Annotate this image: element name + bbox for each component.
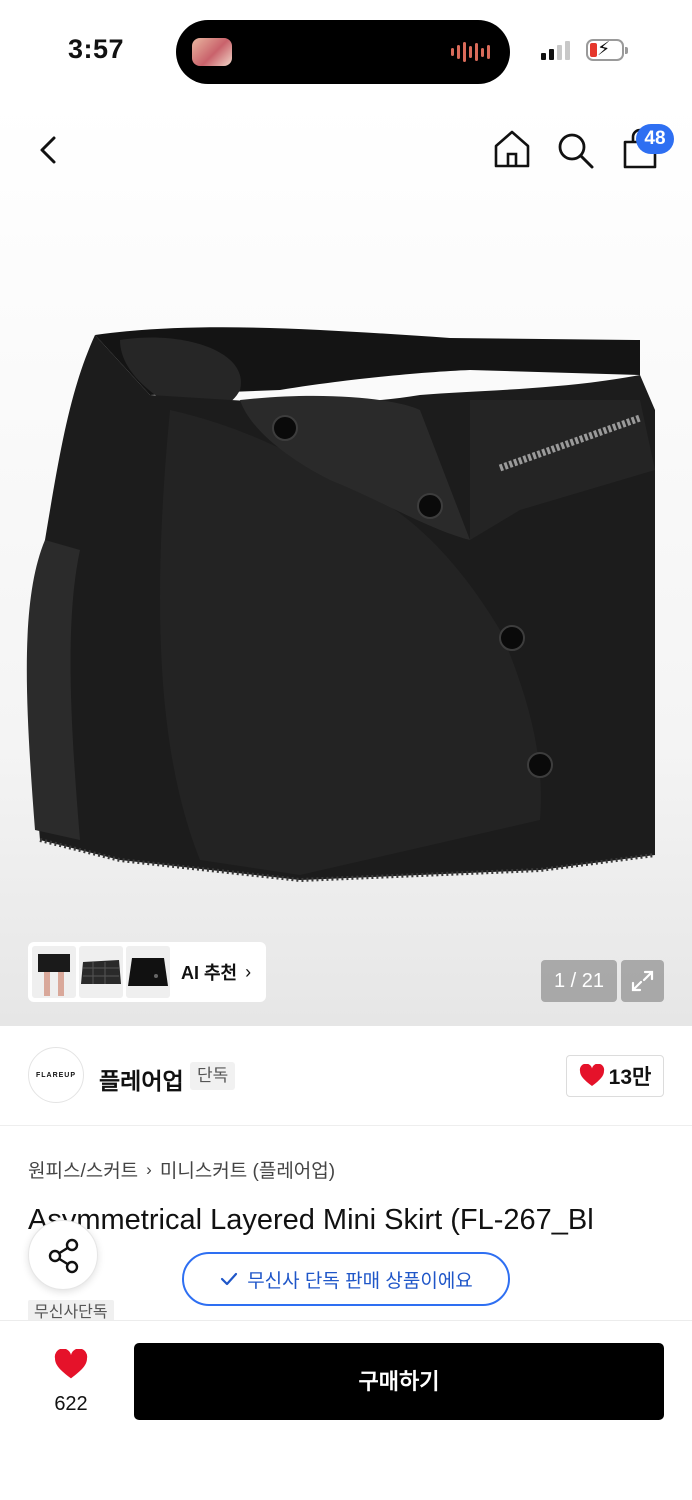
breadcrumb-category[interactable]: 원피스/스커트	[28, 1156, 138, 1183]
product-gallery[interactable]: 48 AI 추천 › 1 / 21	[0, 100, 692, 1026]
expand-icon	[631, 970, 654, 992]
buy-button[interactable]: 구매하기	[134, 1343, 664, 1420]
image-counter: 1 / 21	[541, 960, 617, 1002]
exclusive-sale-banner[interactable]: 무신사 단독 판매 상품이에요	[182, 1252, 510, 1306]
share-icon	[48, 1238, 79, 1274]
bottom-action-bar: 622 구매하기	[0, 1320, 692, 1500]
heart-icon	[579, 1064, 604, 1086]
check-icon	[221, 1272, 238, 1286]
wishlist-count: 622	[54, 1393, 88, 1415]
product-image[interactable]	[0, 300, 692, 920]
cart-count-badge: 48	[636, 124, 674, 154]
ai-thumbnail-1[interactable]	[32, 946, 76, 998]
status-time: 3:57	[68, 34, 125, 64]
breadcrumb-subcategory[interactable]: 미니스커트 (플레어업)	[160, 1156, 335, 1183]
cellular-signal-icon	[541, 40, 570, 60]
chevron-right-icon: ›	[245, 961, 252, 982]
charging-bolt-icon: ⚡	[597, 39, 611, 60]
breadcrumb: 원피스/스커트 › 미니스커트 (플레어업)	[28, 1156, 335, 1183]
brand-like-button[interactable]: 13만	[566, 1055, 664, 1097]
ai-recommend-label[interactable]: AI 추천	[181, 959, 237, 985]
brand-logo[interactable]: FLAREUP	[28, 1047, 84, 1103]
wishlist-button[interactable]: 622	[36, 1347, 106, 1423]
exclusive-tag: 단독	[190, 1062, 236, 1090]
chevron-right-icon: ›	[146, 1159, 152, 1179]
status-bar: 3:57 ⚡	[0, 0, 692, 100]
brand-like-count: 13만	[608, 1066, 652, 1089]
brand-row: FLAREUP 플레어업 단독 13만	[0, 1026, 692, 1126]
product-title: Asymmetrical Layered Mini Skirt (FL-267_…	[28, 1204, 594, 1236]
ai-thumbnail-3[interactable]	[126, 946, 170, 998]
search-icon[interactable]	[555, 130, 595, 170]
exclusive-sale-text: 무신사 단독 판매 상품이에요	[247, 1270, 473, 1292]
share-button[interactable]	[28, 1220, 98, 1290]
dynamic-island[interactable]	[176, 20, 510, 84]
brand-name[interactable]: 플레어업	[99, 1062, 184, 1096]
ai-thumbnail-2[interactable]	[79, 946, 123, 998]
ai-recommend-card[interactable]: AI 추천 ›	[28, 942, 266, 1002]
battery-level	[590, 43, 597, 57]
home-icon[interactable]	[492, 128, 532, 170]
battery-icon: ⚡	[586, 39, 628, 61]
back-icon[interactable]	[30, 130, 70, 170]
audio-wave-icon	[451, 40, 490, 64]
expand-button[interactable]	[621, 960, 664, 1002]
now-playing-thumbnail	[192, 38, 232, 66]
heart-icon	[54, 1348, 88, 1379]
